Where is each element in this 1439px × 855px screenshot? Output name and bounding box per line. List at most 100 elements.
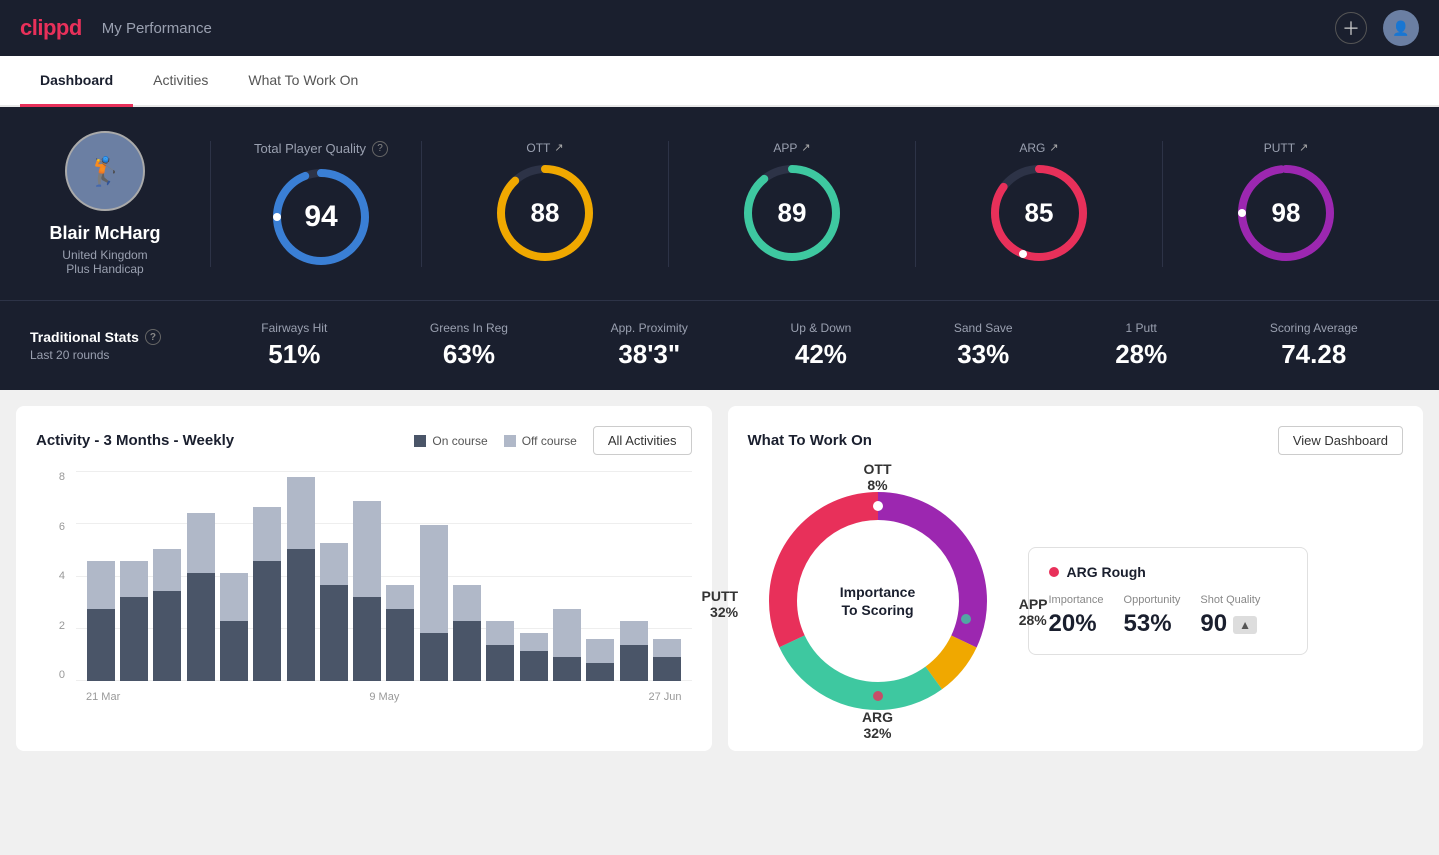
bar-group [552, 471, 581, 681]
shot-quality-badge: ▲ [1233, 616, 1257, 634]
stat-updown: Up & Down 42% [791, 321, 852, 370]
activity-card: Activity - 3 Months - Weekly On course O… [16, 406, 712, 751]
ott-value: 88 [531, 197, 560, 228]
work-content: Importance To Scoring OTT 8% APP 28% ARG… [748, 471, 1404, 731]
stat-scoring: Scoring Average 74.28 [1270, 321, 1358, 370]
chart-legend: On course Off course [414, 434, 577, 448]
total-quality-label: Total Player Quality ? [254, 141, 388, 157]
trad-stats-title-text: Traditional Stats [30, 329, 139, 345]
stat-greens: Greens In Reg 63% [430, 321, 508, 370]
on-course-icon [414, 435, 426, 447]
segment-label-app: APP 28% [1019, 596, 1048, 628]
segment-label-ott: OTT 8% [864, 461, 892, 493]
bar-group [386, 471, 415, 681]
bar-group [519, 471, 548, 681]
logo-text: clippd [20, 15, 82, 41]
hero-inner: 🏌️ Blair McHarg United Kingdom Plus Hand… [30, 131, 1409, 276]
bar-group [586, 471, 615, 681]
metric-importance: Importance 20% [1049, 594, 1104, 638]
header-title: My Performance [102, 20, 212, 37]
header: clippd My Performance ＋ 👤 [0, 0, 1439, 56]
bar-group [353, 471, 382, 681]
header-right: ＋ 👤 [1335, 10, 1419, 46]
activity-card-header: Activity - 3 Months - Weekly On course O… [36, 426, 692, 455]
hero-section: 🏌️ Blair McHarg United Kingdom Plus Hand… [0, 107, 1439, 300]
work-card: What To Work On View Dashboard [728, 406, 1424, 751]
app-trend-icon: ↗ [801, 141, 810, 154]
ott-circle: 88 [495, 163, 595, 263]
avatar: 🏌️ [65, 131, 145, 211]
work-card-title: What To Work On [748, 432, 872, 449]
scores-section: Total Player Quality ? 94 OTT ↗ [210, 141, 1409, 267]
score-app: APP ↗ 89 [668, 141, 915, 267]
stat-items: Fairways Hit 51% Greens In Reg 63% App. … [210, 321, 1409, 370]
player-info: 🏌️ Blair McHarg United Kingdom Plus Hand… [30, 131, 210, 276]
legend-off-course: Off course [504, 434, 577, 448]
score-putt: PUTT ↗ 98 [1162, 141, 1409, 267]
add-button[interactable]: ＋ [1335, 12, 1367, 44]
bar-group [219, 471, 248, 681]
info-card-title: ARG Rough [1049, 564, 1287, 580]
info-metrics: Importance 20% Opportunity 53% Shot Qual… [1049, 594, 1287, 638]
bars-area [76, 471, 692, 681]
total-quality-value: 94 [304, 200, 337, 234]
bar-group [619, 471, 648, 681]
metric-opportunity: Opportunity 53% [1124, 594, 1181, 638]
view-dashboard-button[interactable]: View Dashboard [1278, 426, 1403, 455]
bar-group [452, 471, 481, 681]
bar-group [652, 471, 681, 681]
ott-trend-icon: ↗ [554, 141, 563, 154]
score-ott: OTT ↗ 88 [421, 141, 668, 267]
player-name: Blair McHarg [49, 223, 160, 244]
trad-stats-label: Traditional Stats ? Last 20 rounds [30, 329, 210, 362]
app-value: 89 [778, 197, 807, 228]
arg-trend-icon: ↗ [1049, 141, 1058, 154]
tab-what-to-work-on[interactable]: What To Work On [228, 56, 378, 107]
metric-shot-quality: Shot Quality 90 ▲ [1200, 594, 1260, 638]
putt-value: 98 [1272, 197, 1301, 228]
bar-group [253, 471, 282, 681]
tab-dashboard[interactable]: Dashboard [20, 56, 133, 107]
trad-stats-help[interactable]: ? [145, 329, 161, 345]
y-axis-labels: 8 6 4 2 0 [36, 471, 71, 681]
putt-trend-icon: ↗ [1299, 141, 1308, 154]
trad-stats-subtitle: Last 20 rounds [30, 348, 210, 362]
all-activities-button[interactable]: All Activities [593, 426, 692, 455]
work-card-header: What To Work On View Dashboard [748, 426, 1404, 455]
bar-group [419, 471, 448, 681]
arg-circle: 85 [989, 163, 1089, 263]
app-circle: 89 [742, 163, 842, 263]
bar-group [119, 471, 148, 681]
score-arg: ARG ↗ 85 [915, 141, 1162, 267]
bar-group [153, 471, 182, 681]
putt-circle: 98 [1236, 163, 1336, 263]
activity-controls: On course Off course All Activities [414, 426, 691, 455]
nav-tabs: Dashboard Activities What To Work On [0, 56, 1439, 107]
total-quality-help[interactable]: ? [372, 141, 388, 157]
segment-label-arg: ARG 32% [862, 709, 893, 741]
chart-area: 8 6 4 2 0 21 Mar 9 May 27 Jun [36, 471, 692, 711]
info-card-dot [1049, 567, 1059, 577]
legend-on-course: On course [414, 434, 487, 448]
x-axis-labels: 21 Mar 9 May 27 Jun [76, 683, 692, 711]
total-quality: Total Player Quality ? 94 [241, 141, 421, 267]
player-handicap: Plus Handicap [66, 262, 143, 276]
segment-label-putt: PUTT 32% [702, 588, 739, 620]
donut-chart-container: Importance To Scoring OTT 8% APP 28% ARG… [748, 471, 1008, 731]
bar-group [286, 471, 315, 681]
donut-center-label: Importance To Scoring [840, 583, 915, 619]
bar-group [186, 471, 215, 681]
stat-1putt: 1 Putt 28% [1115, 321, 1167, 370]
activity-chart-title: Activity - 3 Months - Weekly [36, 432, 234, 449]
stat-proximity: App. Proximity 38'3" [611, 321, 688, 370]
main-content: Activity - 3 Months - Weekly On course O… [0, 390, 1439, 767]
tab-activities[interactable]: Activities [133, 56, 228, 107]
header-left: clippd My Performance [20, 15, 212, 41]
arg-value: 85 [1025, 197, 1054, 228]
bar-group [86, 471, 115, 681]
user-avatar-button[interactable]: 👤 [1383, 10, 1419, 46]
total-quality-circle: 94 [271, 167, 371, 267]
info-card: ARG Rough Importance 20% Opportunity 53%… [1028, 547, 1308, 655]
off-course-icon [504, 435, 516, 447]
stat-fairways: Fairways Hit 51% [261, 321, 327, 370]
